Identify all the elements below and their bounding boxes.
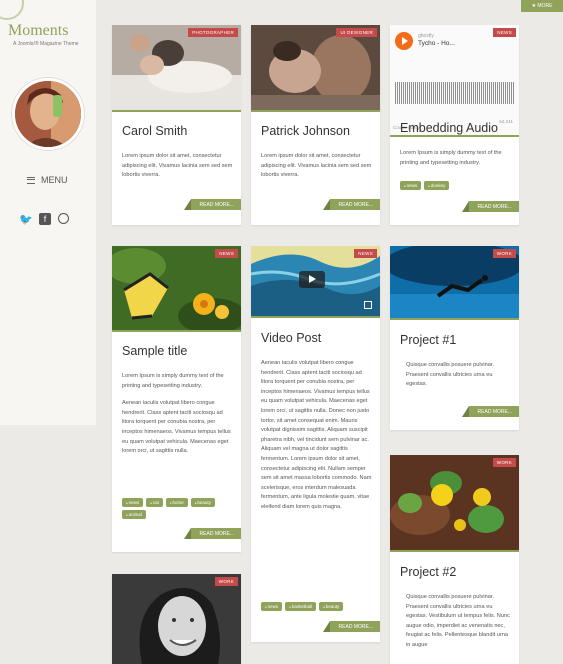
tag[interactable]: beauty (190, 498, 215, 507)
tag[interactable]: beauty (319, 602, 344, 611)
tag[interactable]: animal (122, 510, 146, 519)
hamburger-icon (27, 176, 35, 184)
card-excerpt: Lorem Ipsum is simply dummy text of the … (400, 150, 502, 166)
video-play-icon[interactable] (299, 271, 325, 288)
tag[interactable]: donkey (424, 181, 450, 190)
card-project-2: WORK Project #2 Quisque convallis posuer… (390, 455, 519, 664)
logo-decoration (0, 0, 24, 20)
category-badge[interactable]: UI DESIGNER (336, 28, 377, 37)
site-tagline: A Joomla!® Magazine Theme (13, 41, 79, 47)
card-image[interactable]: PHOTOGRAPHER (112, 25, 241, 112)
read-more-button[interactable]: READ MORE... (461, 201, 519, 212)
card-title[interactable]: Embedding Audio (400, 121, 498, 135)
tag-list: news basketball beauty (261, 602, 372, 611)
author-avatar (12, 78, 84, 150)
card-title[interactable]: Patrick Johnson (261, 124, 350, 138)
card-title[interactable]: Project #1 (400, 333, 456, 347)
card-sample-title: NEWS Sample title Lorem Ipsum is simply … (112, 246, 241, 552)
social-links: 🐦 f (19, 213, 69, 226)
twitter-icon[interactable]: 🐦 (19, 213, 33, 226)
video-player[interactable]: NEWS (251, 246, 380, 318)
read-more-button[interactable]: READ MORE... (322, 199, 380, 210)
audio-track[interactable]: Tycho - Ho... (418, 40, 455, 47)
card-excerpt: Lorem ipsum dolor sit amet, consectetur … (122, 153, 233, 179)
card-excerpt: Aenean iaculis volutpat libero congue he… (122, 400, 231, 455)
tag[interactable]: home (165, 498, 188, 507)
category-badge[interactable]: NEWS (354, 249, 377, 258)
card-embedding-audio: ghostly Tycho - Ho... Cookie policy 54,2… (390, 25, 519, 225)
tag[interactable]: news (122, 498, 144, 507)
menu-button[interactable]: MENU (27, 175, 68, 185)
tag[interactable]: cat (146, 498, 163, 507)
category-badge[interactable]: WORK (214, 577, 238, 586)
card-work-portrait: WORK (112, 574, 241, 664)
tag-list: news donkey (400, 181, 511, 190)
card-patrick-johnson: UI DESIGNER Patrick Johnson Lorem ipsum … (251, 25, 380, 225)
card-body: Lorem Ipsum is simply dummy text of the … (122, 372, 233, 465)
play-icon[interactable] (395, 32, 413, 50)
category-badge[interactable]: WORK (492, 249, 516, 258)
card-title[interactable]: Video Post (261, 331, 321, 345)
card-project-1: WORK Project #1 Quisque convallis posuer… (390, 246, 519, 430)
card-excerpt: Lorem Ipsum is simply dummy text of the … (122, 373, 224, 389)
card-image[interactable]: NEWS (112, 246, 241, 332)
card-excerpt: Quisque convallis posuere pulvinar. Prae… (406, 362, 494, 388)
card-carol-smith: PHOTOGRAPHER Carol Smith Lorem ipsum dol… (112, 25, 241, 225)
sidebar: Moments A Joomla!® Magazine Theme MENU 🐦… (0, 0, 96, 425)
fullscreen-icon[interactable] (364, 301, 372, 309)
card-image[interactable]: WORK (390, 455, 519, 552)
card-excerpt: Lorem ipsum dolor sit amet, consectetur … (261, 153, 372, 179)
category-badge[interactable]: PHOTOGRAPHER (188, 28, 238, 37)
card-image[interactable]: WORK (390, 246, 519, 320)
tag-list: news cat home beauty animal (122, 498, 233, 519)
card-excerpt: Aenean iaculis volutpat libero congue he… (261, 360, 372, 510)
facebook-icon[interactable]: f (39, 213, 51, 225)
category-badge[interactable]: WORK (492, 458, 516, 467)
card-excerpt: Quisque convallis posuere pulvinar. Prae… (406, 594, 510, 648)
card-title[interactable]: Carol Smith (122, 124, 187, 138)
read-more-button[interactable]: READ MORE... (183, 528, 241, 539)
read-more-button[interactable]: READ MORE... (461, 406, 519, 417)
read-more-button[interactable]: READ MORE... (322, 621, 380, 632)
category-badge[interactable]: NEWS (493, 28, 516, 37)
card-image[interactable]: UI DESIGNER (251, 25, 380, 112)
top-more-button[interactable]: ★ MORE (521, 0, 563, 12)
card-title[interactable]: Project #2 (400, 565, 456, 579)
play-count: 54,241 (499, 119, 513, 124)
site-logo[interactable]: Moments (8, 22, 68, 40)
tag[interactable]: news (261, 602, 283, 611)
tag[interactable]: news (400, 181, 422, 190)
card-image[interactable]: WORK (112, 574, 241, 664)
menu-label: MENU (41, 175, 68, 185)
category-badge[interactable]: NEWS (215, 249, 238, 258)
card-title[interactable]: Sample title (122, 344, 187, 358)
card-video-post: NEWS Video Post Aenean iaculis volutpat … (251, 246, 380, 642)
dribbble-icon[interactable] (58, 213, 69, 224)
tag[interactable]: basketball (285, 602, 317, 611)
waveform[interactable] (395, 82, 514, 104)
read-more-button[interactable]: READ MORE... (183, 199, 241, 210)
audio-artist: ghostly (418, 33, 434, 39)
